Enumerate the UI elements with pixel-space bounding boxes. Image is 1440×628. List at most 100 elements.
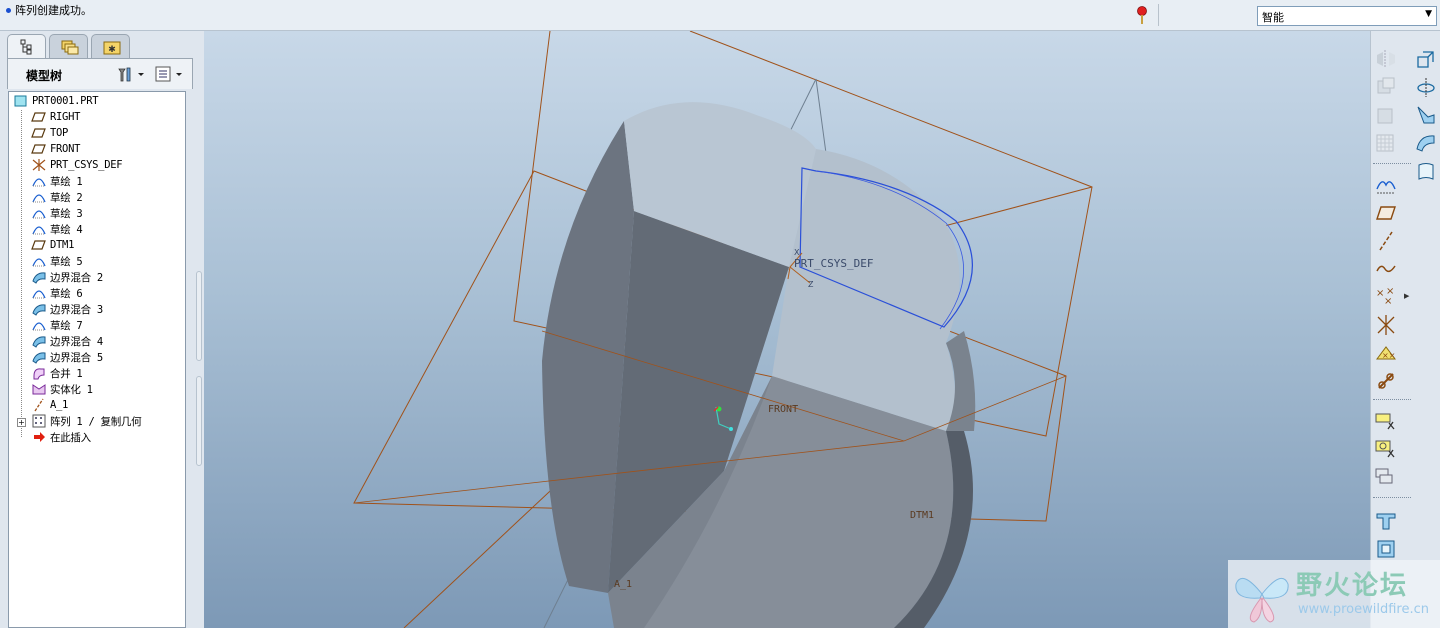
datum-axis-tool-icon[interactable] — [1374, 229, 1398, 253]
boundary-blend-tool-icon[interactable] — [1414, 131, 1438, 155]
sash-grip[interactable] — [196, 271, 202, 361]
datum-plane-tool-icon[interactable] — [1374, 201, 1398, 225]
tree-item-root[interactable]: PRT0001.PRT — [13, 93, 99, 109]
tree-item[interactable]: 边界混合 5 — [31, 349, 103, 365]
tree-item[interactable]: 草绘 4 — [31, 221, 83, 237]
pattern-icon — [32, 414, 46, 428]
tree-guide-line — [21, 110, 22, 437]
shell-tool-icon[interactable] — [1374, 509, 1398, 533]
model-view[interactable]: PRT_CSYS_DEF X Z FRONT DTM1 A_1 — [204, 31, 1370, 628]
model-tree-icon — [20, 39, 32, 55]
status-light-icon[interactable] — [1136, 5, 1148, 25]
folder-browser-icon — [61, 40, 79, 55]
datum-csys-tool-icon[interactable] — [1374, 313, 1398, 337]
model-tree-title: 模型树 — [26, 69, 63, 83]
copy-geometry-tool-icon[interactable] — [1374, 437, 1398, 461]
toolbar-separator — [1158, 4, 1159, 26]
shrinkwrap-tool-icon[interactable] — [1374, 465, 1398, 489]
tree-item[interactable]: 草绘 1 — [31, 173, 83, 189]
tree-item[interactable]: 边界混合 2 — [31, 269, 103, 285]
insert-shape-tool-icon[interactable] — [1374, 409, 1398, 433]
datum-point-tool-icon[interactable]: ××× — [1374, 285, 1398, 309]
merge-tool-icon[interactable] — [1374, 75, 1398, 99]
tree-item[interactable]: 阵列 1 / 复制几何 — [31, 413, 142, 429]
sketch-icon — [32, 290, 46, 299]
trim-tool-icon[interactable] — [1374, 103, 1398, 127]
tree-item[interactable]: FRONT — [31, 141, 80, 157]
revolve-tool-icon[interactable] — [1414, 75, 1438, 99]
datum-plane-icon — [31, 128, 46, 138]
extrude-tool-icon[interactable] — [1414, 47, 1438, 71]
svg-text:✱: ✱ — [108, 45, 116, 55]
tree-item[interactable]: RIGHT — [31, 109, 80, 125]
tree-item[interactable]: TOP — [31, 125, 68, 141]
sketch-icon — [32, 226, 46, 235]
svg-text:×: × — [1386, 286, 1394, 297]
tree-settings-button[interactable] — [116, 65, 146, 83]
panel-sash[interactable] — [194, 31, 204, 628]
model-tree-header: 模型树 — [7, 59, 193, 89]
sketch-icon — [32, 178, 46, 187]
tree-item-insert-here[interactable]: 在此插入 — [31, 429, 91, 445]
tree-show-button[interactable] — [154, 65, 186, 83]
tree-item[interactable]: 草绘 5 — [31, 253, 83, 269]
model-tree[interactable]: + PRT0001.PRT RIGHT TOP FRONT PRT_CSYS_D… — [8, 91, 186, 628]
style-tool-icon[interactable] — [1414, 159, 1438, 183]
tab-favorites[interactable]: ✱ — [91, 34, 130, 58]
tab-folder-browser[interactable] — [49, 34, 88, 58]
toolbar-separator — [1373, 399, 1411, 400]
toolbar-separator — [1373, 163, 1411, 164]
selection-filter-value: 智能 — [1262, 11, 1284, 24]
toolbar-separator — [1373, 497, 1411, 498]
tree-item[interactable]: 草绘 6 — [31, 285, 83, 301]
axis-label: A_1 — [614, 579, 632, 590]
insert-here-arrow-icon — [34, 432, 45, 442]
solidify-icon — [32, 384, 46, 395]
watermark-title: 野火论坛 — [1296, 571, 1409, 601]
tab-model-tree[interactable] — [7, 34, 46, 60]
dropdown-arrow-icon[interactable]: ▼ — [1425, 9, 1432, 19]
sketch-tool-icon[interactable] — [1374, 173, 1398, 197]
csys-x-label: X — [794, 248, 800, 257]
pattern-tool-icon[interactable] — [1374, 131, 1398, 155]
tree-item[interactable]: DTM1 — [31, 237, 74, 253]
sweep-tool-icon[interactable] — [1414, 103, 1438, 127]
flyout-arrow-icon[interactable]: ▶ — [1404, 292, 1409, 300]
thicken-tool-icon[interactable] — [1374, 537, 1398, 561]
tree-item[interactable]: 草绘 7 — [31, 317, 83, 333]
merge-icon — [33, 368, 45, 380]
datum-plane-icon — [31, 240, 46, 250]
sketch-icon — [32, 210, 46, 219]
datum-plane-icon — [31, 112, 46, 122]
tree-item[interactable]: 草绘 3 — [31, 205, 83, 221]
bullet-icon — [6, 7, 11, 13]
datum-curve-tool-icon[interactable] — [1374, 257, 1398, 281]
watermark-url: www.proewildfire.cn — [1298, 602, 1429, 617]
sketch-icon — [32, 258, 46, 267]
svg-text:××: ×× — [1382, 351, 1395, 360]
sash-grip[interactable] — [196, 376, 202, 466]
tree-item[interactable]: 实体化 1 — [31, 381, 93, 397]
tree-item[interactable]: PRT_CSYS_DEF — [31, 157, 123, 173]
tree-item[interactable]: 合并 1 — [31, 365, 83, 381]
tree-item[interactable]: 边界混合 3 — [31, 301, 103, 317]
expand-toggle-icon[interactable]: + — [17, 418, 26, 427]
mirror-tool-icon[interactable] — [1374, 47, 1398, 71]
solid-model[interactable] — [542, 102, 976, 628]
status-message-text: 阵列创建成功。 — [15, 4, 92, 17]
boundary-blend-icon — [32, 352, 46, 364]
chain-link-icon[interactable] — [1374, 369, 1398, 393]
navigator-panel: ✱ 模型树 + PRT0001.PRT RIGHT TOP FRONT PRT_… — [0, 31, 197, 628]
part-icon — [14, 95, 27, 107]
tree-item[interactable]: A_1 — [31, 397, 68, 413]
analysis-feature-icon[interactable]: ×× — [1374, 341, 1398, 365]
butterfly-logo-icon — [1235, 577, 1289, 623]
boundary-blend-icon — [32, 336, 46, 348]
selection-filter-dropdown[interactable]: 智能 ▼ — [1257, 6, 1437, 26]
feature-toolbar: × × × ▶ ×× — [1370, 31, 1440, 628]
favorites-folder-icon: ✱ — [103, 41, 121, 55]
tree-item[interactable]: 草绘 2 — [31, 189, 83, 205]
graphics-window[interactable]: PRT_CSYS_DEF X Z FRONT DTM1 A_1 — [204, 31, 1370, 628]
tree-item[interactable]: 边界混合 4 — [31, 333, 103, 349]
datum-axis-icon — [34, 398, 44, 412]
